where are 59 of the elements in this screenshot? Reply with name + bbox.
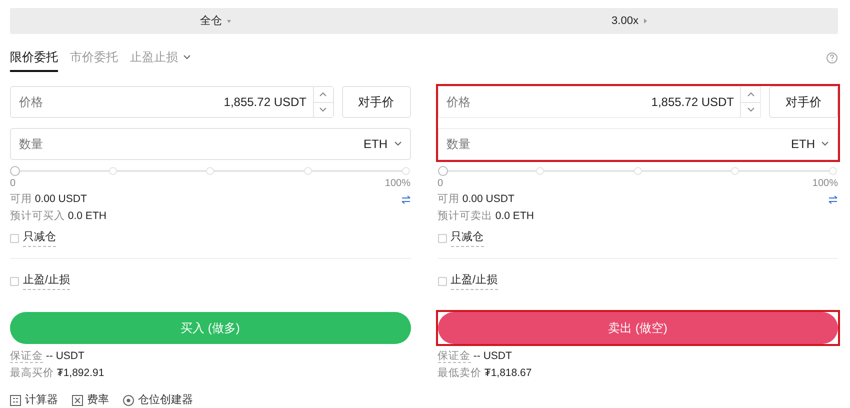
slider-min-label: 0 [10, 177, 16, 191]
swap-icon[interactable] [828, 195, 838, 204]
checkbox[interactable] [10, 234, 19, 242]
leverage-button[interactable]: 3.00x [424, 8, 838, 34]
slider-stop[interactable] [634, 167, 642, 175]
chevron-down-icon [394, 141, 402, 147]
tool-link[interactable]: 仓位创建器 [123, 392, 193, 408]
increment-button[interactable] [314, 87, 332, 102]
slider-max-label: 100% [812, 177, 838, 191]
slider-thumb[interactable] [10, 166, 20, 176]
slider-stop[interactable] [304, 167, 312, 175]
estimated-amount: 预计可买入 0.0 ETH [10, 209, 108, 224]
chevron-down-icon [319, 106, 327, 113]
counter-price-button[interactable]: 对手价 [342, 86, 410, 118]
estimated-amount: 预计可卖出 0.0 ETH [438, 209, 535, 224]
checkbox[interactable] [438, 234, 446, 242]
checkbox-label: 只减仓 [450, 229, 484, 247]
counter-price-button[interactable]: 对手价 [769, 86, 838, 118]
price-field[interactable]: 价格 1,855.72 USDT [10, 86, 334, 118]
chevron-up-icon [319, 91, 327, 98]
caret-icon [224, 17, 234, 25]
help-icon[interactable] [826, 52, 838, 64]
margin-amount: 保证金 -- USDT [10, 349, 86, 365]
slider-stop[interactable] [731, 167, 740, 175]
checkbox[interactable] [438, 276, 446, 286]
limit-price: 最低卖价 ₮1,818.67 [438, 366, 533, 381]
margin-amount: 保证金 -- USDT [438, 349, 513, 365]
submit-button[interactable]: 卖出 (做空) [438, 312, 838, 344]
slider-stop[interactable] [206, 167, 214, 175]
amount-slider[interactable] [438, 166, 838, 176]
calculator-icon [10, 394, 21, 406]
fee-icon [72, 394, 83, 406]
tool-link[interactable]: 计算器 [10, 392, 58, 408]
checkbox-label: 止盈/止损 [23, 272, 70, 290]
slider-stop[interactable] [108, 167, 117, 175]
quantity-field[interactable]: 数量 ETH [438, 128, 838, 160]
quantity-field[interactable]: 数量 ETH [10, 128, 410, 160]
price-field[interactable]: 价格 1,855.72 USDT [438, 86, 761, 118]
slider-stop[interactable] [829, 167, 837, 175]
chevron-down-icon [821, 141, 829, 147]
available-balance: 可用 0.00 USDT [438, 192, 514, 207]
checkbox[interactable] [10, 276, 19, 286]
order-type-tab[interactable]: 限价委托 [10, 48, 58, 72]
amount-slider[interactable] [10, 166, 410, 176]
available-balance: 可用 0.00 USDT [10, 192, 87, 207]
slider-stop[interactable] [402, 167, 410, 175]
tool-link[interactable]: 费率 [72, 392, 109, 408]
checkbox-label: 止盈/止损 [450, 272, 498, 290]
margin-mode-dropdown[interactable]: 全仓 [10, 8, 424, 34]
slider-stop[interactable] [536, 167, 544, 175]
slider-thumb[interactable] [438, 166, 448, 176]
chevron-down-icon [746, 106, 754, 113]
chevron-up-icon [746, 91, 754, 98]
swap-icon[interactable] [400, 195, 410, 204]
slider-min-label: 0 [438, 177, 444, 191]
target-icon [123, 394, 134, 406]
slider-max-label: 100% [384, 177, 410, 191]
limit-price: 最高买价 ₮1,892.91 [10, 366, 106, 381]
checkbox-label: 只减仓 [23, 229, 56, 247]
